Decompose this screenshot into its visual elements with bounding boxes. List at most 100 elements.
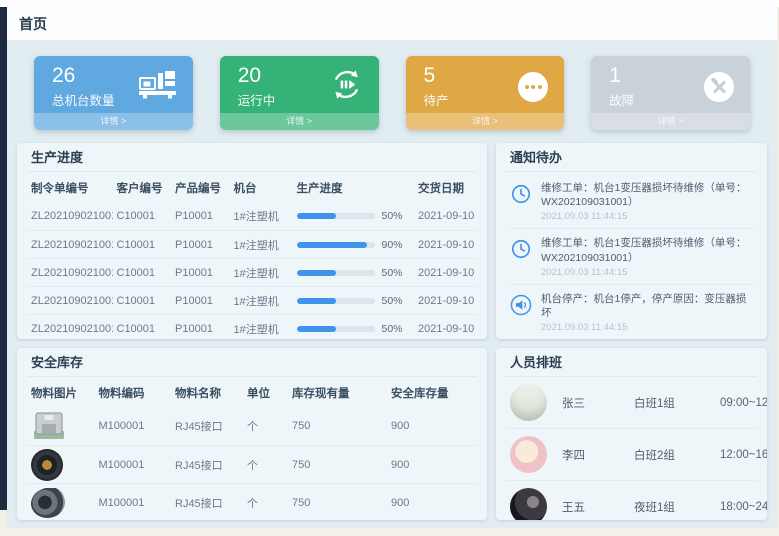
card-pending-texts: 5 待产 xyxy=(424,64,449,108)
person-time: 09:00~12:00 xyxy=(720,397,767,409)
running-value: 20 xyxy=(238,64,276,88)
notice-item[interactable]: 维修工单：机台1变压器损坏待维修（单号：WX202109031001） 2021… xyxy=(508,174,755,229)
notice-time: 2021.09.03 11:44:15 xyxy=(541,267,753,278)
personnel-panel: 人员排班 张三 白班1组 09:00~12:00 李四 白班2组 12: xyxy=(496,348,767,520)
col-progress: 生产进度 xyxy=(293,180,415,196)
notice-time: 2021.09.03 11:44:15 xyxy=(541,322,753,333)
notice-text: 维修工单：机台1变压器损坏待维修（单号：WX202109031001） xyxy=(541,236,753,264)
col-safety-qty: 安全库存量 xyxy=(387,385,477,401)
landscape-avatar xyxy=(510,384,547,421)
material-unit: 个 xyxy=(243,457,288,473)
person-row: 王五 夜班1组 18:00~24:00 xyxy=(506,481,757,520)
card-fault[interactable]: 1 故障 详情 > xyxy=(591,56,750,130)
safety-inventory-title: 安全库存 xyxy=(27,348,477,377)
material-name: RJ45接口 xyxy=(171,457,243,473)
pending-detail-link[interactable]: 详情 > xyxy=(406,113,565,130)
col-material-code: 物料编码 xyxy=(95,385,172,401)
fault-label: 故障 xyxy=(609,90,634,109)
rj45-connector-image xyxy=(27,411,95,441)
col-material-name: 物料名称 xyxy=(171,385,243,401)
machine-icon xyxy=(139,70,177,104)
running-detail-link[interactable]: 详情 > xyxy=(220,113,379,130)
product-no: P10001 xyxy=(171,210,230,222)
order-no: ZL202109021001 xyxy=(27,295,113,307)
customer-no: C10001 xyxy=(113,295,172,307)
card-running-body: 20 运行中 xyxy=(220,56,379,113)
clock-icon xyxy=(510,238,532,277)
card-total-machines[interactable]: 26 总机台数量 xyxy=(34,56,193,130)
notice-list: 维修工单：机台1变压器损坏待维修（单号：WX202109031001） 2021… xyxy=(506,172,757,339)
card-pending-body: 5 待产 xyxy=(406,56,565,113)
notice-item[interactable]: 维修工单：机台1变压器损坏待维修（单号：WX202109031001） 2021… xyxy=(508,229,755,284)
material-name: RJ45接口 xyxy=(171,495,243,511)
product-no: P10001 xyxy=(171,239,230,251)
customer-no: C10001 xyxy=(113,210,172,222)
running-label: 运行中 xyxy=(238,90,276,109)
notice-item[interactable]: 机台停产：机台1停产，停产原因：变压器损坏 2021.09.03 11:44:1… xyxy=(508,285,755,339)
material-unit: 个 xyxy=(243,418,288,434)
fault-detail-link[interactable]: 详情 > xyxy=(591,113,750,130)
progress-bar: 50% xyxy=(293,323,415,335)
personnel-title: 人员排班 xyxy=(506,348,757,377)
delivery-date: 2021-09-10 xyxy=(414,295,477,307)
inventory-table-body: M100001 RJ45接口 个 750 900 M100001 RJ45接口 … xyxy=(27,407,477,520)
person-name: 张三 xyxy=(562,395,634,411)
card-running[interactable]: 20 运行中 xyxy=(220,56,379,130)
progress-label: 50% xyxy=(382,295,403,307)
total-machines-label: 总机台数量 xyxy=(52,90,115,109)
product-no: P10001 xyxy=(171,323,230,335)
person-row: 李四 白班2组 12:00~16:00 xyxy=(506,429,757,481)
production-progress-title: 生产进度 xyxy=(27,143,477,172)
window-top-strip xyxy=(0,0,779,7)
progress-label: 50% xyxy=(382,323,403,335)
card-pending[interactable]: 5 待产 详情 > xyxy=(406,56,565,130)
delivery-date: 2021-09-10 xyxy=(414,210,477,222)
notice-body: 维修工单：机台1变压器损坏待维修（单号：WX202109031001） 2021… xyxy=(541,236,753,277)
material-code: M100001 xyxy=(95,459,172,471)
notice-text: 机台停产：机台1停产，停产原因：变压器损坏 xyxy=(541,292,753,320)
col-unit: 单位 xyxy=(243,385,288,401)
notice-body: 机台停产：机台1停产，停产原因：变压器损坏 2021.09.03 11:44:1… xyxy=(541,292,753,333)
col-machine: 机台 xyxy=(230,180,293,196)
progress-bar: 90% xyxy=(293,239,415,251)
person-time: 12:00~16:00 xyxy=(720,449,767,461)
safety-inventory-panel: 安全库存 物料图片 物料编码 物料名称 单位 库存现有量 安全库存量 xyxy=(17,348,487,520)
person-time: 18:00~24:00 xyxy=(720,501,767,513)
col-product: 产品编号 xyxy=(171,180,230,196)
material-unit: 个 xyxy=(243,495,288,511)
personnel-list: 张三 白班1组 09:00~12:00 李四 白班2组 12:00~16:00 xyxy=(506,377,757,520)
progress-bar: 50% xyxy=(293,267,415,279)
stat-cards-row: 26 总机台数量 xyxy=(17,50,767,135)
customer-no: C10001 xyxy=(113,239,172,251)
machine-name: 1#注塑机 xyxy=(230,208,293,224)
running-icon xyxy=(330,68,363,106)
machine-name: 1#注塑机 xyxy=(230,321,293,337)
stock-qty: 750 xyxy=(288,459,387,471)
clock-icon xyxy=(510,183,532,222)
machine-name: 1#注塑机 xyxy=(230,293,293,309)
card-fault-body: 1 故障 xyxy=(591,56,750,113)
col-customer: 客户编号 xyxy=(113,180,172,196)
person-shift: 白班1组 xyxy=(634,395,720,411)
col-order-no: 制令单编号 xyxy=(27,180,113,196)
pending-label: 待产 xyxy=(424,90,449,109)
production-table-header: 制令单编号 客户编号 产品编号 机台 生产进度 交货日期 xyxy=(27,172,477,202)
progress-bar: 50% xyxy=(293,210,415,222)
tab-bar: 首页 xyxy=(7,7,777,41)
collapsed-sidebar-strip[interactable] xyxy=(0,7,7,510)
production-table-body: ZL202109021001 C10001 P10001 1#注塑机 50% 2… xyxy=(27,202,477,339)
tab-home[interactable]: 首页 xyxy=(19,14,47,34)
order-no: ZL202109021001 xyxy=(27,267,113,279)
card-fault-texts: 1 故障 xyxy=(609,64,634,108)
inventory-row: M100001 RJ45接口 个 750 900 xyxy=(27,445,477,483)
production-row: ZL202109021001 C10001 P10001 1#注塑机 50% 2… xyxy=(27,258,477,286)
dashboard-screen: 首页 26 总机台数量 xyxy=(0,0,779,536)
speaker-icon xyxy=(510,294,532,333)
machine-name: 1#注塑机 xyxy=(230,237,293,253)
progress-label: 50% xyxy=(382,210,403,222)
safety-qty: 900 xyxy=(387,459,477,471)
stock-qty: 750 xyxy=(288,497,387,509)
total-machines-detail-link[interactable]: 详情 > xyxy=(34,113,193,130)
pink-cartoon-avatar xyxy=(510,436,547,473)
inventory-row: M100001 RJ45接口 个 750 900 xyxy=(27,483,477,520)
